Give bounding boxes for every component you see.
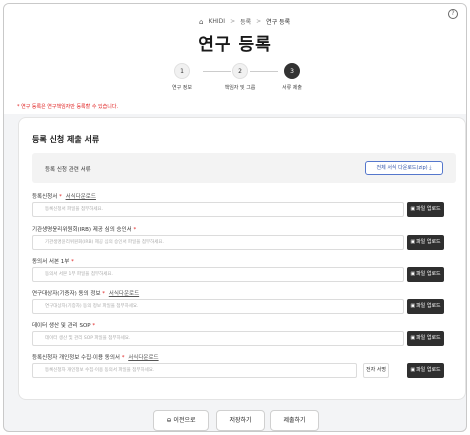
field-label-text: 데이터 생산 및 관리 SOP — [32, 323, 91, 329]
field-label-text: 등록신청자 개인정보 수집·이용 동의서 — [32, 355, 120, 361]
required-mark: * — [133, 227, 137, 233]
prev-label: 이전으로 — [173, 417, 196, 424]
header: ? ⌂ KHIDI > 등록 > 연구 등록 연구 등록 1 연구 정보 2 책… — [4, 4, 466, 114]
page-title: 연구 등록 — [198, 35, 272, 55]
breadcrumb-section[interactable]: 등록 — [240, 17, 251, 26]
submit-button[interactable]: 제출하기 — [270, 410, 319, 431]
file-input-irb[interactable]: 기관생명윤리위원회(IRB) 제공 심의 승인서 파일을 첨부하세요. — [32, 235, 404, 250]
upload-button[interactable]: ▣파일 업로드 — [407, 299, 444, 314]
card-title: 등록 신청 제출 서류 — [32, 135, 100, 144]
upload-label: 파일 업로드 — [416, 271, 441, 277]
notice-text: * 연구 등록은 연구책임자만 등록할 수 있습니다. — [17, 104, 119, 110]
step-number: 2 — [232, 63, 248, 79]
question-circle-icon[interactable]: ? — [448, 9, 458, 19]
file-input-sop[interactable]: 데이터 생산 및 관리 SOP 파일을 첨부하세요. — [32, 331, 404, 346]
upload-label: 파일 업로드 — [416, 303, 441, 309]
field-label-text: 등록신청서 — [32, 194, 58, 200]
step-3: 3 서류 제출 — [272, 63, 312, 91]
file-icon: ▣ — [410, 303, 416, 309]
file-input-consent[interactable]: 동의서 서본 1부 파일을 첨부하세요. — [32, 267, 404, 282]
file-icon: ▣ — [410, 335, 416, 341]
field-label-text: 연구대상자(기증자) 동의 정보 — [32, 291, 101, 297]
step-label: 서류 제출 — [282, 85, 302, 91]
required-mark: * — [71, 259, 74, 265]
upload-label: 파일 업로드 — [416, 206, 441, 212]
field-label-text: 기관생명윤리위원회(IRB) 제공 심의 승인서 — [32, 227, 132, 233]
upload-button[interactable]: ▣파일 업로드 — [407, 267, 444, 282]
app-window: ? ⌂ KHIDI > 등록 > 연구 등록 연구 등록 1 연구 정보 2 책… — [3, 3, 467, 432]
upload-label: 파일 업로드 — [416, 239, 441, 245]
step-number: 1 — [174, 63, 190, 79]
field-label-donor: 연구대상자(기증자) 동의 정보 * 서식다운로드 — [32, 289, 139, 297]
stepper: 1 연구 정보 2 책임자 및 그룹 3 서류 제출 — [170, 63, 310, 95]
field-label-sop: 데이터 생산 및 관리 SOP * — [32, 321, 95, 329]
file-icon: ▣ — [410, 271, 416, 277]
required-mark: * — [102, 291, 106, 297]
upload-button[interactable]: ▣파일 업로드 — [407, 235, 444, 250]
step-1: 1 연구 정보 — [162, 63, 202, 91]
breadcrumb-separator: > — [230, 18, 236, 25]
breadcrumb-separator: > — [256, 18, 262, 25]
required-mark: * — [92, 323, 96, 329]
file-input-donor[interactable]: 연구대상자(기증자) 동의 정보 파일을 첨부하세요. — [32, 299, 404, 314]
template-download-link[interactable]: 서식다운로드 — [109, 291, 139, 297]
step-label: 연구 정보 — [172, 85, 192, 91]
upload-button[interactable]: ▣파일 업로드 — [407, 363, 444, 378]
file-icon: ▣ — [410, 239, 416, 245]
download-icon: ⤓ — [429, 165, 432, 171]
field-label-consent: 동의서 서본 1부 * — [32, 257, 74, 265]
step-2: 2 책임자 및 그룹 — [220, 63, 260, 91]
download-all-button[interactable]: 전체 서식 다운로드(zip) ⤓ — [365, 161, 443, 175]
file-icon: ▣ — [410, 367, 416, 373]
prev-button[interactable]: ⊖ 이전으로 — [153, 410, 209, 431]
file-input-application[interactable]: 등록신청서 파일을 첨부하세요. — [32, 202, 404, 217]
step-number: 3 — [284, 63, 300, 79]
field-label-irb: 기관생명윤리위원회(IRB) 제공 심의 승인서 * — [32, 225, 136, 233]
guide-label: 등록 신청 관련 서류 — [45, 167, 91, 173]
template-download-link[interactable]: 서식다운로드 — [66, 194, 96, 200]
upload-button[interactable]: ▣파일 업로드 — [407, 202, 444, 217]
required-mark: * — [59, 194, 62, 200]
download-all-label: 전체 서식 다운로드(zip) — [376, 165, 428, 171]
upload-label: 파일 업로드 — [416, 367, 441, 373]
template-download-link[interactable]: 서식다운로드 — [128, 355, 158, 361]
esign-button[interactable]: 전자 서명 — [363, 363, 389, 378]
field-label-text: 동의서 서본 1부 — [32, 259, 70, 265]
field-label-application: 등록신청서 * 서식다운로드 — [32, 192, 96, 200]
breadcrumb-home[interactable]: KHIDI — [208, 18, 225, 25]
upload-label: 파일 업로드 — [416, 335, 441, 341]
documents-card: 등록 신청 제출 서류 등록 신청 관련 서류 전체 서식 다운로드(zip) … — [18, 117, 466, 400]
step-label: 책임자 및 그룹 — [224, 85, 256, 91]
upload-button[interactable]: ▣파일 업로드 — [407, 331, 444, 346]
required-mark: * — [121, 355, 125, 361]
file-icon: ▣ — [410, 206, 416, 212]
guide-row: 등록 신청 관련 서류 전체 서식 다운로드(zip) ⤓ — [32, 153, 456, 183]
save-button[interactable]: 저장하기 — [216, 410, 265, 431]
breadcrumb-current: 연구 등록 — [266, 19, 291, 26]
field-label-privacy: 등록신청자 개인정보 수집·이용 동의서 * 서식다운로드 — [32, 353, 159, 361]
breadcrumb: ⌂ KHIDI > 등록 > 연구 등록 — [199, 17, 291, 27]
home-icon[interactable]: ⌂ — [199, 18, 203, 26]
file-input-privacy[interactable]: 등록신청자 개인정보 수집·이용 동의서 파일을 첨부하세요. — [32, 363, 357, 378]
